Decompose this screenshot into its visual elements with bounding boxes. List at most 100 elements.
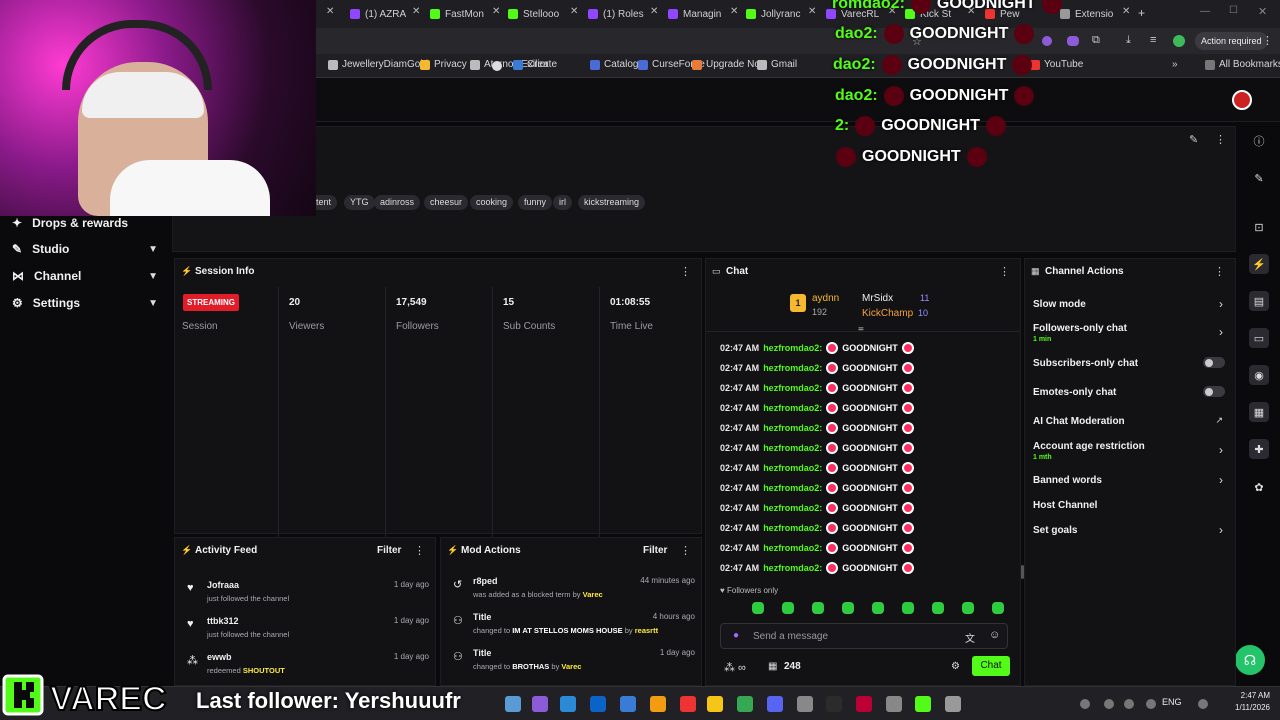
chevron-right-icon[interactable]: ›	[1219, 523, 1223, 537]
browser-tab[interactable]: Extensio	[1060, 4, 1118, 24]
nav-studio[interactable]: ✎ Studio ▼	[12, 242, 162, 256]
broadcast-icon[interactable]: ◉	[1249, 365, 1269, 385]
bookmark-link[interactable]: YouTube	[1030, 59, 1083, 70]
toggle-switch[interactable]	[1203, 386, 1225, 397]
bookmark-link[interactable]: Catalog	[590, 59, 638, 70]
message-user[interactable]: hezfromdao2:	[763, 383, 822, 393]
clock-date[interactable]: 1/11/2026	[1226, 703, 1270, 712]
taskbar-app-icon[interactable]	[680, 696, 696, 712]
download-icon[interactable]: ⤓	[1126, 34, 1131, 47]
close-tab-icon[interactable]: ✕	[492, 6, 500, 17]
emote-icon[interactable]	[992, 602, 1004, 614]
taskbar-app-icon[interactable]	[505, 696, 521, 712]
browser-tab[interactable]: FastMon	[430, 4, 488, 24]
taskbar-app-icon[interactable]	[707, 696, 723, 712]
close-tab-icon[interactable]: ✕	[326, 6, 334, 17]
channel-tag[interactable]: adinross	[374, 195, 421, 210]
message-user[interactable]: hezfromdao2:	[763, 483, 822, 493]
channel-action-item[interactable]: Slow mode	[1033, 299, 1086, 310]
bookmark-link[interactable]: Privacy	[420, 59, 467, 70]
close-tab-icon[interactable]: ✕	[808, 6, 816, 17]
language-indicator[interactable]: ENG	[1162, 697, 1182, 707]
channel-tag[interactable]: cheesur	[424, 195, 469, 210]
undo-icon[interactable]: ↺	[453, 578, 462, 591]
extension-icon[interactable]	[1042, 36, 1052, 46]
camera-icon[interactable]: ⊡	[1249, 217, 1269, 237]
bookmark-link[interactable]: Create	[513, 59, 557, 70]
taskbar-app-icon[interactable]	[797, 696, 813, 712]
extension-icon[interactable]	[1067, 36, 1079, 46]
document-icon[interactable]: ▤	[1249, 291, 1269, 311]
channel-action-item[interactable]: Followers-only chat 1 min	[1033, 323, 1127, 343]
system-tray-icon[interactable]	[1080, 699, 1090, 709]
nav-settings[interactable]: ⚙ Settings ▼	[12, 296, 162, 310]
taskbar-app-icon[interactable]	[826, 696, 842, 712]
browser-tab[interactable]: (1) AZRA	[350, 4, 408, 24]
infinity-icon[interactable]: ⁂ ∞	[724, 661, 746, 674]
system-tray-icon[interactable]	[1124, 699, 1134, 709]
browser-tab[interactable]: (1) Roles	[588, 4, 646, 24]
channel-tag[interactable]: cooking	[470, 195, 514, 210]
bookmark-link[interactable]: Upgrade Now	[692, 59, 767, 70]
taskbar-app-icon[interactable]	[650, 696, 666, 712]
emote-icon[interactable]	[782, 602, 794, 614]
google-icon[interactable]	[492, 61, 502, 71]
channel-action-item[interactable]: Set goals	[1033, 525, 1077, 536]
taskbar-app-icon[interactable]	[856, 696, 872, 712]
kebab-menu-icon[interactable]: ⋮	[680, 544, 691, 557]
maximize-icon[interactable]: ☐	[1229, 5, 1238, 16]
taskbar-app-icon[interactable]	[886, 696, 902, 712]
message-user[interactable]: hezfromdao2:	[763, 523, 822, 533]
emote-icon[interactable]	[842, 602, 854, 614]
microphone-icon[interactable]: ●	[733, 630, 739, 641]
emote-icon[interactable]	[932, 602, 944, 614]
system-tray-icon[interactable]	[1104, 699, 1114, 709]
lightning-icon[interactable]: ⚡	[1249, 254, 1269, 274]
user-avatar[interactable]	[1232, 90, 1252, 110]
message-user[interactable]: hezfromdao2:	[763, 443, 822, 453]
message-user[interactable]: hezfromdao2:	[763, 343, 822, 353]
info-icon[interactable]: ⓘ	[1249, 131, 1269, 151]
toggle-switch[interactable]	[1203, 357, 1225, 368]
external-link-icon[interactable]: ↗	[1215, 415, 1223, 426]
channel-action-item[interactable]: AI Chat Moderation	[1033, 416, 1125, 427]
emote-icon[interactable]	[872, 602, 884, 614]
action-required-button[interactable]: Action required	[1195, 32, 1268, 50]
message-user[interactable]: hezfromdao2:	[763, 363, 822, 373]
layout-icon[interactable]: ▦	[1249, 402, 1269, 422]
extensions-puzzle-icon[interactable]: ⧉	[1092, 34, 1100, 47]
filter-button[interactable]: Filter	[643, 545, 667, 556]
emote-icon[interactable]	[812, 602, 824, 614]
taskbar-app-icon[interactable]	[915, 696, 931, 712]
channel-action-item[interactable]: Host Channel	[1033, 500, 1097, 511]
edit-icon[interactable]: ✎	[1189, 133, 1198, 146]
message-user[interactable]: hezfromdao2:	[763, 563, 822, 573]
channel-tag[interactable]: YTG	[344, 195, 375, 210]
kebab-menu-icon[interactable]: ⋮	[999, 265, 1010, 278]
browser-tab[interactable]: Managin	[668, 4, 726, 24]
kebab-menu-icon[interactable]: ⋮	[680, 265, 691, 278]
chevron-right-icon[interactable]: ›	[1219, 325, 1223, 339]
channel-tag[interactable]: kickstreaming	[578, 195, 646, 210]
browser-tab[interactable]: Stellooo	[508, 4, 566, 24]
system-tray-icon[interactable]	[1198, 699, 1208, 709]
menu-icon[interactable]: ≡	[1150, 34, 1156, 46]
clock-time[interactable]: 2:47 AM	[1230, 691, 1270, 700]
taskbar-app-icon[interactable]	[560, 696, 576, 712]
palette-icon[interactable]: ✿	[1249, 477, 1269, 497]
chat-bubble-icon[interactable]: ▭	[1249, 328, 1269, 348]
new-tab-button[interactable]: +	[1138, 6, 1145, 20]
translate-icon[interactable]: 文	[965, 630, 975, 645]
message-user[interactable]: hezfromdao2:	[763, 423, 822, 433]
chevron-right-icon[interactable]: ›	[1219, 443, 1223, 457]
taskbar-app-icon[interactable]	[532, 696, 548, 712]
filter-button[interactable]: Filter	[377, 545, 401, 556]
channel-action-item[interactable]: Subscribers-only chat	[1033, 358, 1138, 369]
close-window-icon[interactable]: ✕	[1258, 5, 1267, 18]
send-chat-button[interactable]: Chat	[972, 656, 1010, 676]
taskbar-app-icon[interactable]	[767, 696, 783, 712]
channel-action-item[interactable]: Account age restriction 1 mth	[1033, 441, 1145, 461]
close-tab-icon[interactable]: ✕	[1122, 6, 1130, 17]
pencil-icon[interactable]: ✎	[1249, 168, 1269, 188]
emote-icon[interactable]	[752, 602, 764, 614]
